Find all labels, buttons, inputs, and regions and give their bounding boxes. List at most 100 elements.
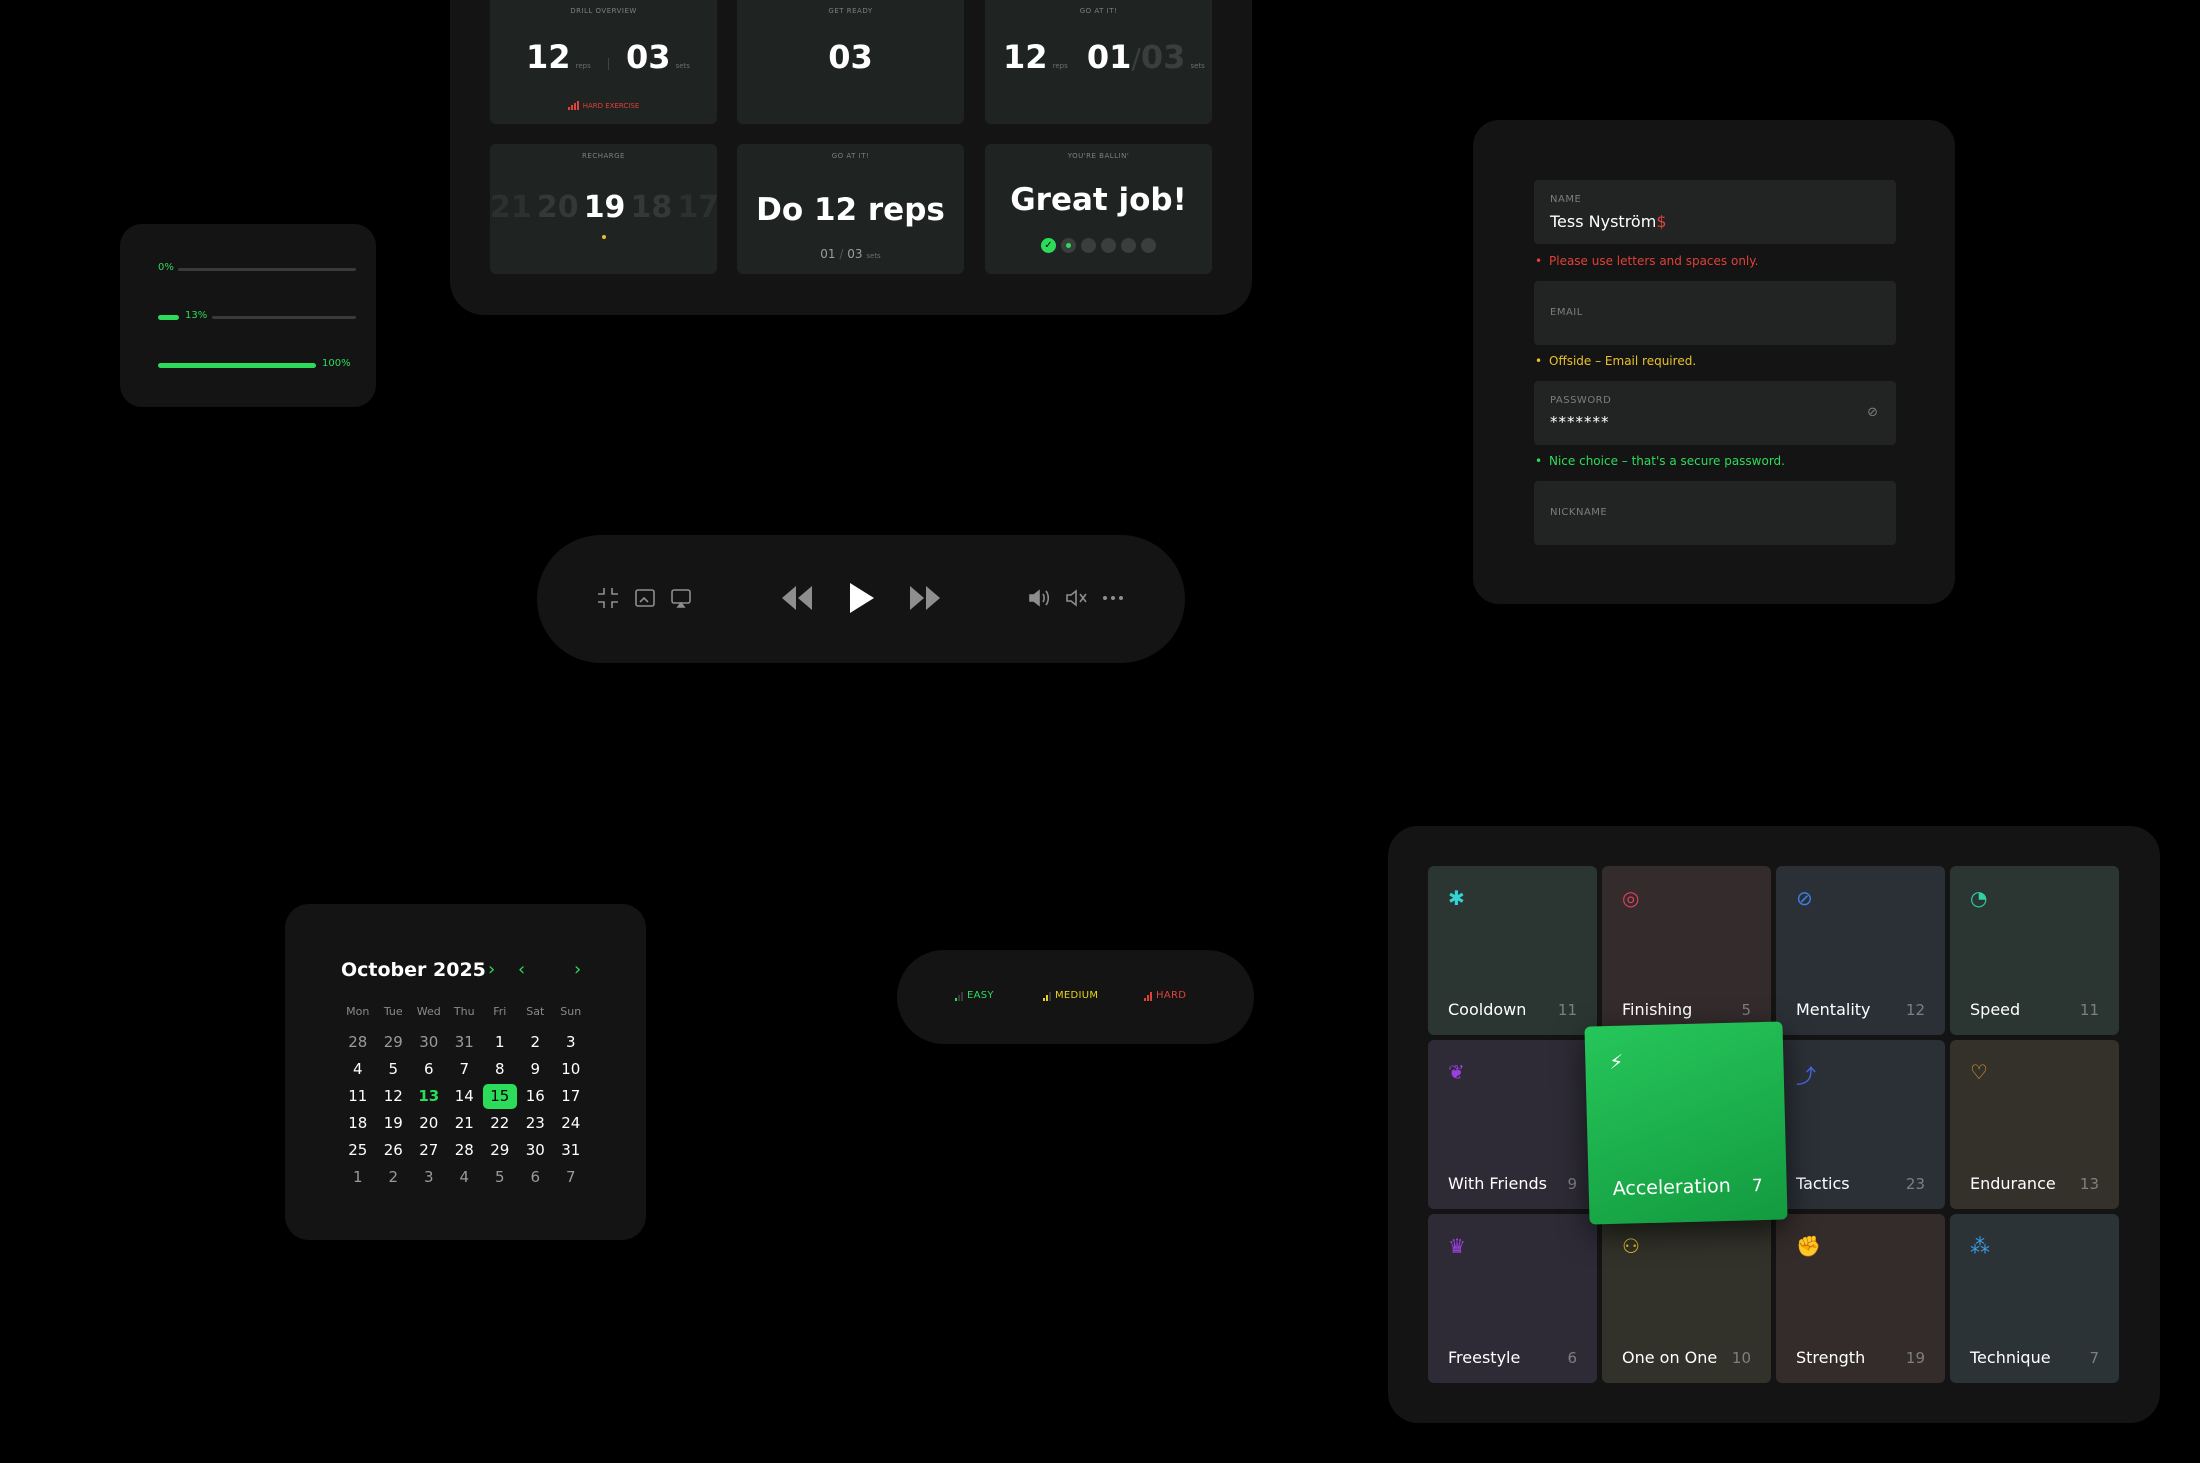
divider	[607, 57, 609, 70]
calendar-day[interactable]: 1	[482, 1029, 518, 1056]
calendar-day-outside[interactable]: 3	[411, 1164, 447, 1191]
month-expand-icon[interactable]: ›	[488, 959, 495, 980]
calendar-day[interactable]: 10	[553, 1056, 589, 1083]
calendar-day[interactable]: 12	[376, 1083, 412, 1110]
calendar-day[interactable]: 4	[340, 1056, 376, 1083]
tactics-icon: ⤴	[1796, 1064, 1816, 1088]
calendar-day[interactable]: 5	[376, 1056, 412, 1083]
calendar-day[interactable]: 15	[483, 1084, 517, 1109]
category-card-finishing[interactable]: ◎ Finishing 5	[1602, 866, 1771, 1035]
get-ready-card[interactable]: GET READY 03	[737, 0, 964, 124]
signal-bars-icon	[1043, 990, 1052, 1001]
calendar-day-outside[interactable]: 28	[340, 1029, 376, 1056]
eye-off-icon[interactable]: ⊘	[1867, 405, 1878, 420]
category-count: 13	[2079, 1175, 2099, 1193]
password-field[interactable]: PASSWORD ******* ⊘	[1534, 381, 1896, 445]
calendar-day[interactable]: 20	[411, 1110, 447, 1137]
separator: /	[1131, 42, 1141, 75]
calendar-day[interactable]: 8	[482, 1056, 518, 1083]
do-reps-card[interactable]: GO AT IT! Do 12 reps 01 / 03 sets	[737, 144, 964, 274]
progress-bars-panel: 0% 13% 100%	[120, 224, 376, 407]
fast-forward-icon[interactable]	[908, 584, 942, 615]
calendar-day-outside[interactable]: 7	[553, 1164, 589, 1191]
difficulty-label: MEDIUM	[1055, 990, 1099, 1001]
progress-bar: 100%	[158, 358, 356, 372]
calendar-day[interactable]: 21	[447, 1110, 483, 1137]
category-card-with-friends[interactable]: ❦ With Friends 9	[1428, 1040, 1597, 1209]
picture-in-picture-icon[interactable]	[634, 587, 656, 612]
calendar-day[interactable]: 23	[518, 1110, 554, 1137]
rewind-icon[interactable]	[780, 584, 814, 615]
nickname-field[interactable]: NICKNAME	[1534, 481, 1896, 545]
calendar-day[interactable]: 26	[376, 1137, 412, 1164]
drill-overview-card[interactable]: DRILL OVERVIEW 12 reps 03 sets HARD EXER…	[490, 0, 717, 124]
more-options-icon[interactable]	[1102, 587, 1124, 612]
calendar-day[interactable]: 13	[411, 1083, 447, 1110]
calendar-day[interactable]: 29	[482, 1137, 518, 1164]
volume-icon[interactable]	[1027, 587, 1051, 612]
recharge-card[interactable]: RECHARGE 21 20 19 18 17	[490, 144, 717, 274]
email-field[interactable]: EMAIL	[1534, 281, 1896, 345]
calendar-day-outside[interactable]: 29	[376, 1029, 412, 1056]
timer-next-2: 17	[677, 190, 717, 225]
great-job-card[interactable]: YOU'RE BALLIN' Great job! ✓	[985, 144, 1212, 274]
calendar-day[interactable]: 31	[553, 1137, 589, 1164]
next-month-button[interactable]: ›	[574, 959, 581, 980]
calendar-day-outside[interactable]: 5	[482, 1164, 518, 1191]
calendar-day[interactable]: 9	[518, 1056, 554, 1083]
calendar-day[interactable]: 27	[411, 1137, 447, 1164]
calendar-day[interactable]: 22	[482, 1110, 518, 1137]
card-label: YOU'RE BALLIN'	[1067, 152, 1130, 160]
name-field[interactable]: NAME Tess Nyström$	[1534, 180, 1896, 244]
category-count: 7	[1751, 1176, 1763, 1197]
category-count: 9	[1567, 1175, 1577, 1193]
category-card-strength[interactable]: ✊ Strength 19	[1776, 1214, 1945, 1383]
calendar-day[interactable]: 11	[340, 1083, 376, 1110]
minimize-icon[interactable]	[597, 587, 619, 612]
previous-month-button[interactable]: ‹	[518, 959, 525, 980]
calendar-day[interactable]: 7	[447, 1056, 483, 1083]
calendar-day[interactable]: 17	[553, 1083, 589, 1110]
go-at-it-card[interactable]: GO AT IT! 12 reps 01/03 sets	[985, 0, 1212, 124]
calendar-day-outside[interactable]: 1	[340, 1164, 376, 1191]
calendar-day[interactable]: 18	[340, 1110, 376, 1137]
calendar-day[interactable]: 16	[518, 1083, 554, 1110]
category-name: Speed	[1970, 1000, 2021, 1019]
password-input-value: *******	[1550, 413, 1610, 431]
calendar-day[interactable]: 30	[518, 1137, 554, 1164]
mute-icon[interactable]	[1064, 587, 1088, 612]
calendar-day[interactable]: 3	[553, 1029, 589, 1056]
difficulty-tag: HARD EXERCISE	[490, 101, 717, 110]
email-label: EMAIL	[1550, 307, 1583, 318]
password-label: PASSWORD	[1550, 395, 1612, 406]
reps-unit: reps	[1052, 62, 1068, 70]
category-count: 5	[1741, 1001, 1751, 1019]
calendar-day[interactable]: 25	[340, 1137, 376, 1164]
category-card-freestyle[interactable]: ♛ Freestyle 6	[1428, 1214, 1597, 1383]
calendar-day-outside[interactable]: 6	[518, 1164, 554, 1191]
airplay-icon[interactable]	[670, 587, 692, 612]
category-card-one-on-one[interactable]: ⚇ One on One 10	[1602, 1214, 1771, 1383]
category-card-endurance[interactable]: ♡ Endurance 13	[1950, 1040, 2119, 1209]
card-label: GO AT IT!	[1079, 7, 1118, 15]
category-card-mentality[interactable]: ⊘ Mentality 12	[1776, 866, 1945, 1035]
calendar-day-outside[interactable]: 2	[376, 1164, 412, 1191]
calendar-day[interactable]: 14	[447, 1083, 483, 1110]
calendar-day-outside[interactable]: 4	[447, 1164, 483, 1191]
category-card-cooldown[interactable]: ✱ Cooldown 11	[1428, 866, 1597, 1035]
calendar-day[interactable]: 19	[376, 1110, 412, 1137]
category-card-tactics[interactable]: ⤴ Tactics 23	[1776, 1040, 1945, 1209]
calendar-day[interactable]: 28	[447, 1137, 483, 1164]
difficulty-label: HARD	[1156, 990, 1187, 1001]
calendar-day[interactable]: 24	[553, 1110, 589, 1137]
play-icon[interactable]	[847, 581, 875, 618]
progress-track	[212, 316, 356, 319]
calendar-day[interactable]: 6	[411, 1056, 447, 1083]
calendar-day[interactable]: 2	[518, 1029, 554, 1056]
calendar-day-outside[interactable]: 31	[447, 1029, 483, 1056]
difficulty-label: EASY	[967, 990, 994, 1001]
category-card-speed[interactable]: ◔ Speed 11	[1950, 866, 2119, 1035]
category-card-technique[interactable]: ⁂ Technique 7	[1950, 1214, 2119, 1383]
calendar-day-outside[interactable]: 30	[411, 1029, 447, 1056]
category-card-acceleration[interactable]: ⚡ Acceleration 7	[1584, 1021, 1788, 1225]
